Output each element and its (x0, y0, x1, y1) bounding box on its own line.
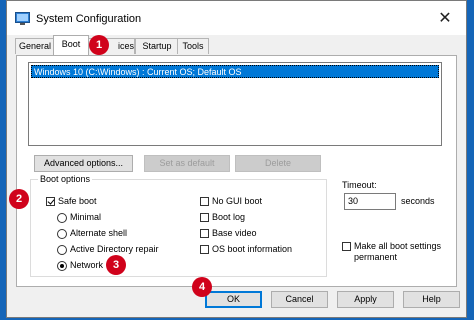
step-marker-2: 2 (9, 189, 29, 209)
step-marker-3: 3 (106, 255, 126, 275)
system-configuration-window: System Configuration ✕ General Boot ices… (6, 0, 467, 318)
delete-button[interactable]: Delete (235, 155, 321, 172)
safe-boot-label: Safe boot (58, 196, 97, 206)
boot-log-checkbox[interactable] (200, 213, 209, 222)
make-permanent-label-line2: permanent (354, 252, 398, 262)
minimal-label: Minimal (70, 212, 102, 222)
os-boot-information-checkbox[interactable] (200, 245, 209, 254)
boot-tab-panel: Windows 10 (C:\Windows) : Current OS; De… (16, 55, 457, 287)
os-list-item[interactable]: Windows 10 (C:\Windows) : Current OS; De… (31, 65, 439, 78)
tab-startup[interactable]: Startup (135, 38, 179, 54)
make-permanent-label-line1: Make all boot settings (354, 241, 442, 251)
make-permanent-checkbox[interactable] (342, 242, 351, 251)
safe-boot-checkbox[interactable] (46, 197, 55, 206)
tab-tools[interactable]: Tools (177, 38, 209, 54)
cancel-button[interactable]: Cancel (271, 291, 328, 308)
help-button[interactable]: Help (403, 291, 460, 308)
os-list[interactable]: Windows 10 (C:\Windows) : Current OS; De… (28, 62, 442, 146)
tab-general[interactable]: General (15, 38, 55, 54)
alternate-shell-radio[interactable] (57, 229, 67, 239)
close-button[interactable]: ✕ (434, 9, 456, 29)
set-as-default-button[interactable]: Set as default (144, 155, 230, 172)
timeout-label: Timeout: (342, 180, 377, 190)
advanced-options-button[interactable]: Advanced options... (34, 155, 133, 172)
step-marker-4: 4 (192, 277, 212, 297)
base-video-label: Base video (212, 228, 257, 238)
network-radio[interactable] (57, 261, 67, 271)
active-directory-repair-label: Active Directory repair (70, 244, 159, 254)
tab-boot[interactable]: Boot (53, 35, 89, 55)
boot-log-label: Boot log (212, 212, 246, 222)
network-label: Network (70, 260, 104, 270)
title-bar: System Configuration ✕ (7, 1, 466, 35)
window-title: System Configuration (36, 13, 142, 25)
timeout-input[interactable]: 30 (344, 193, 396, 210)
apply-button[interactable]: Apply (337, 291, 394, 308)
alternate-shell-label: Alternate shell (70, 228, 128, 238)
boot-options-legend: Boot options (38, 174, 93, 184)
no-gui-boot-label: No GUI boot (212, 196, 263, 206)
minimal-radio[interactable] (57, 213, 67, 223)
os-boot-information-label: OS boot information (212, 244, 293, 254)
timeout-unit-label: seconds (401, 196, 435, 206)
ok-button[interactable]: OK (205, 291, 262, 308)
step-marker-1: 1 (89, 35, 109, 55)
active-directory-repair-radio[interactable] (57, 245, 67, 255)
msconfig-app-icon (15, 12, 30, 25)
no-gui-boot-checkbox[interactable] (200, 197, 209, 206)
base-video-checkbox[interactable] (200, 229, 209, 238)
